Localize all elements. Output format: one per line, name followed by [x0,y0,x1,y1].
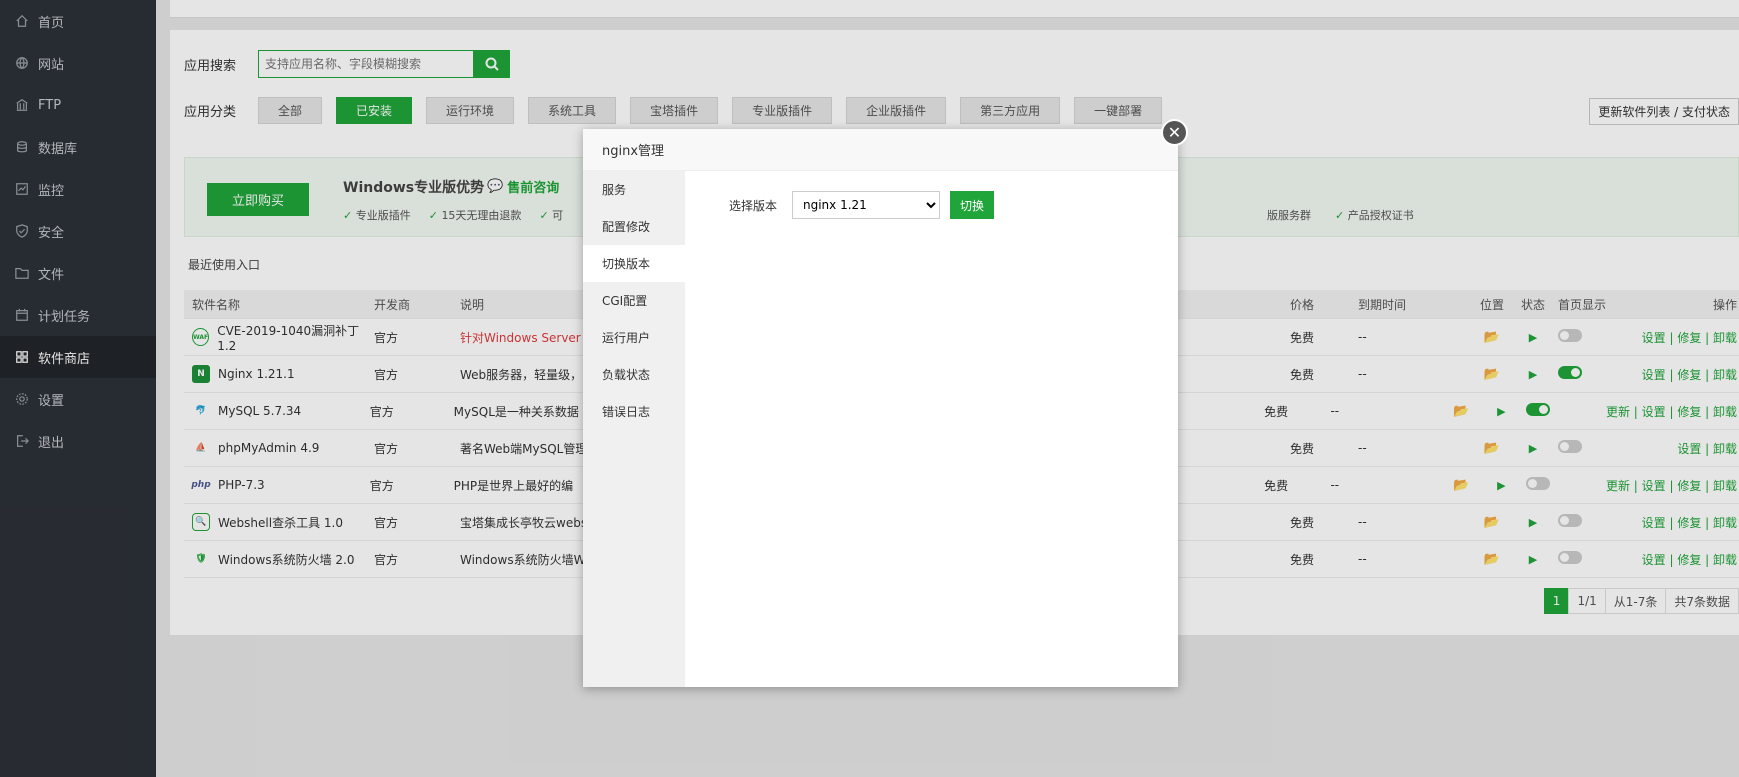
side-item-error-log[interactable]: 错误日志 [583,393,685,430]
side-item-run-user[interactable]: 运行用户 [583,319,685,356]
dialog-title: nginx管理 [602,144,665,159]
side-item-config[interactable]: 配置修改 [583,208,685,245]
version-row: 选择版本 nginx 1.21 切换 [729,191,995,219]
dialog-body: 选择版本 nginx 1.21 切换 [685,171,1178,687]
switch-version-button[interactable]: 切换 [950,191,995,219]
version-select[interactable]: nginx 1.21 [792,191,940,219]
nginx-manage-dialog: nginx管理 ✕ 服务 配置修改 切换版本 CGI配置 运行用户 负载状态 错… [583,119,1188,687]
dialog-side-menu: 服务 配置修改 切换版本 CGI配置 运行用户 负载状态 错误日志 [583,171,685,687]
side-item-service[interactable]: 服务 [583,171,685,208]
close-icon[interactable]: ✕ [1161,119,1188,146]
side-item-load-status[interactable]: 负载状态 [583,356,685,393]
side-item-switch-version[interactable]: 切换版本 [583,245,685,282]
dialog-header: nginx管理 [583,129,1178,171]
side-item-cgi[interactable]: CGI配置 [583,282,685,319]
version-label: 选择版本 [729,198,778,213]
